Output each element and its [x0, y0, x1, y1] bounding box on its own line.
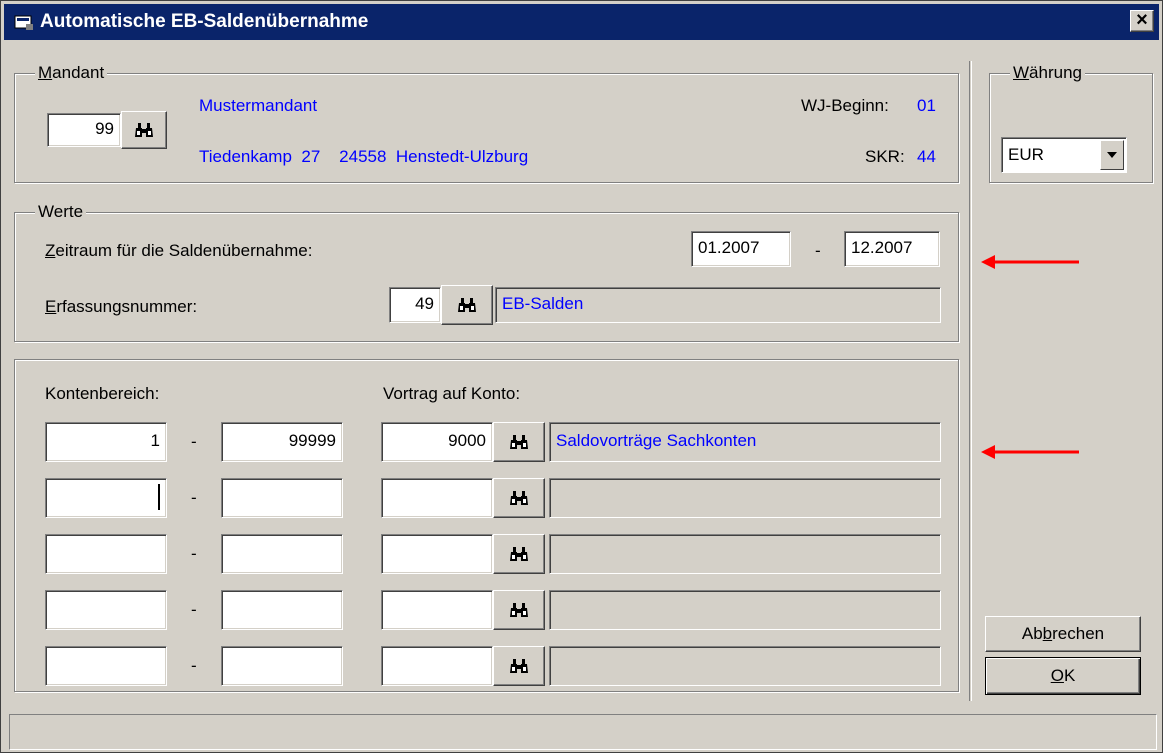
konto-name-field	[549, 590, 941, 630]
vortrag-konto-input[interactable]	[381, 646, 493, 686]
skr-label: SKR:	[865, 147, 905, 166]
chevron-down-icon[interactable]	[1100, 140, 1124, 170]
mandant-number-input[interactable]: 99	[47, 113, 121, 147]
konto-search-button[interactable]	[493, 534, 545, 574]
vortrag-konto-input[interactable]	[381, 478, 493, 518]
dialog-window: Automatische EB-Saldenübernahme × Mandan…	[0, 0, 1163, 753]
erfassung-search-button[interactable]	[441, 285, 493, 325]
konto-range-from-input[interactable]	[45, 590, 167, 630]
konto-name-field	[549, 646, 941, 686]
binoculars-icon	[510, 659, 528, 673]
range-separator: -	[191, 656, 197, 675]
binoculars-icon	[458, 298, 476, 312]
konto-range-to-input[interactable]	[221, 534, 343, 574]
currency-select[interactable]: EUR	[1001, 137, 1127, 173]
konto-range-to-input[interactable]: 99999	[221, 422, 343, 462]
ok-button[interactable]: OK	[985, 657, 1141, 695]
zeitraum-separator: -	[815, 241, 821, 260]
close-button[interactable]: ×	[1130, 10, 1154, 32]
currency-value: EUR	[1008, 145, 1044, 164]
close-icon: ×	[1136, 9, 1148, 31]
binoculars-icon	[510, 491, 528, 505]
konto-range-to-input[interactable]	[221, 478, 343, 518]
status-bar	[9, 714, 1157, 750]
erfassung-label: Erfassungsnummer:	[45, 297, 198, 316]
konto-range-to-input[interactable]	[221, 590, 343, 630]
erfassung-number-input[interactable]: 49	[389, 287, 441, 323]
vortrag-konto-input[interactable]	[381, 534, 493, 574]
title-bar[interactable]: Automatische EB-Saldenübernahme ×	[4, 4, 1159, 40]
annotation-arrow-icon	[981, 445, 1079, 459]
konto-range-to-input[interactable]	[221, 646, 343, 686]
binoculars-icon	[510, 547, 528, 561]
konto-range-from-input[interactable]: 1	[45, 422, 167, 462]
vertical-separator	[969, 61, 972, 701]
binoculars-icon	[510, 603, 528, 617]
waehrung-legend: Währung	[1010, 63, 1085, 83]
cancel-button[interactable]: Abbrechen	[985, 616, 1141, 652]
vortrag-konto-input[interactable]	[381, 590, 493, 630]
werte-legend: Werte	[35, 202, 87, 222]
erfassung-name-field: EB-Salden	[495, 287, 941, 323]
binoculars-icon	[135, 123, 153, 137]
skr-value: 44	[917, 147, 936, 166]
mandant-address: Tiedenkamp 27 24558 Henstedt-Ulzburg	[199, 147, 529, 166]
range-separator: -	[191, 544, 197, 563]
konten-group	[14, 359, 959, 692]
window-title: Automatische EB-Saldenübernahme	[40, 11, 369, 32]
wj-beginn-value: 01	[917, 96, 936, 115]
konto-name-field: Saldovorträge Sachkonten	[549, 422, 941, 462]
konto-range-from-input[interactable]	[45, 646, 167, 686]
mandant-search-button[interactable]	[121, 111, 167, 149]
konto-range-from-input[interactable]	[45, 478, 167, 518]
text-cursor	[158, 484, 160, 510]
konto-search-button[interactable]	[493, 590, 545, 630]
zeitraum-to-input[interactable]: 12.2007	[844, 231, 940, 267]
mandant-legend: Mandant	[35, 63, 108, 83]
range-separator: -	[191, 488, 197, 507]
kontenbereich-label: Kontenbereich:	[45, 384, 160, 403]
konto-name-field	[549, 478, 941, 518]
app-icon	[14, 15, 33, 30]
mandant-name: Mustermandant	[199, 96, 318, 115]
konto-name-field	[549, 534, 941, 574]
konto-search-button[interactable]	[493, 422, 545, 462]
konto-search-button[interactable]	[493, 646, 545, 686]
range-separator: -	[191, 600, 197, 619]
vortrag-label: Vortrag auf Konto:	[383, 384, 521, 403]
annotation-arrow-icon	[981, 255, 1079, 269]
wj-beginn-label: WJ-Beginn:	[801, 96, 889, 115]
vortrag-konto-input[interactable]: 9000	[381, 422, 493, 462]
binoculars-icon	[510, 435, 528, 449]
konto-range-from-input[interactable]	[45, 534, 167, 574]
zeitraum-from-input[interactable]: 01.2007	[691, 231, 791, 267]
konto-search-button[interactable]	[493, 478, 545, 518]
range-separator: -	[191, 432, 197, 451]
zeitraum-label: Zeitraum für die Saldenübernahme:	[45, 241, 313, 260]
